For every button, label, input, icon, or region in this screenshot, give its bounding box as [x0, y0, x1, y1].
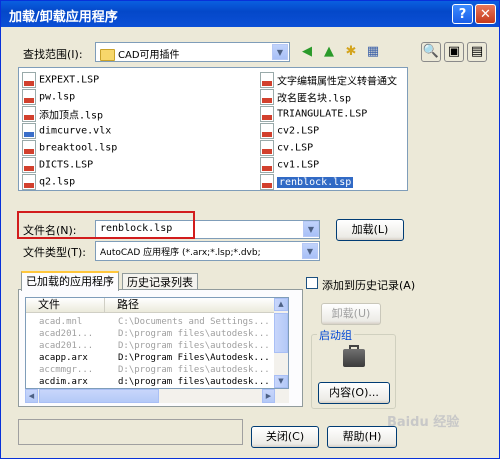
- table-row[interactable]: acad201... D:\program files\autodesk...: [26, 340, 276, 352]
- table-row[interactable]: accmmgr... D:\program files\autodesk...: [26, 364, 276, 376]
- find-icon[interactable]: 🔍: [421, 42, 441, 62]
- lookin-value: CAD可用插件: [118, 50, 180, 61]
- file-item[interactable]: q2.lsp: [22, 174, 75, 191]
- lookin-label: 查找范围(I):: [23, 48, 83, 61]
- file-item-selected[interactable]: renblock.lsp: [260, 174, 354, 191]
- startup-group-label: 启动组: [317, 327, 354, 343]
- lsp-file-icon: [22, 72, 36, 88]
- lsp-file-icon: [260, 123, 274, 139]
- table-row[interactable]: acapp.arx D:\Program Files\Autodesk...: [26, 352, 276, 364]
- unload-button[interactable]: 卸载(U): [321, 303, 381, 325]
- filetype-value: AutoCAD 应用程序 (*.arx;*.lsp;*.dvb;: [100, 248, 261, 258]
- briefcase-icon: [343, 345, 365, 367]
- filetype-label: 文件类型(T):: [23, 246, 87, 259]
- lsp-file-icon: [22, 157, 36, 173]
- up-folder-icon[interactable]: ▲: [319, 42, 339, 62]
- lsp-file-icon: [260, 89, 274, 105]
- hscroll-thumb[interactable]: [39, 389, 159, 403]
- lsp-file-icon: [260, 140, 274, 156]
- window-title: 加载/卸载应用程序: [9, 10, 118, 25]
- views-menu-icon[interactable]: ▦: [363, 42, 383, 62]
- file-item[interactable]: breaktool.lsp: [22, 140, 117, 157]
- scroll-thumb[interactable]: [274, 313, 288, 353]
- highlight-box: [17, 211, 195, 239]
- file-item[interactable]: dimcurve.vlx: [22, 123, 111, 140]
- scroll-up-icon[interactable]: ▲: [274, 298, 288, 311]
- tab-loaded-apps[interactable]: 已加载的应用程序: [21, 271, 119, 291]
- title-help-button[interactable]: ?: [452, 4, 473, 24]
- load-button[interactable]: 加载(L): [336, 219, 404, 241]
- title-bar[interactable]: 加载/卸载应用程序 ? ✕: [1, 1, 499, 27]
- lsp-file-icon: [260, 106, 274, 122]
- file-item[interactable]: TRIANGULATE.LSP: [260, 106, 367, 123]
- lsp-file-icon: [260, 72, 274, 88]
- file-item[interactable]: 添加顶点.lsp: [22, 106, 103, 123]
- tools-icon[interactable]: ▣: [444, 42, 464, 62]
- lsp-file-icon: [260, 157, 274, 173]
- file-item[interactable]: cv2.LSP: [260, 123, 319, 140]
- vertical-scrollbar[interactable]: ▲ ▼: [274, 298, 288, 388]
- lookin-combo[interactable]: CAD可用插件 ▼: [95, 42, 290, 62]
- contents-button[interactable]: 内容(O)...: [318, 382, 390, 404]
- chevron-down-icon[interactable]: ▼: [303, 221, 319, 237]
- file-item[interactable]: cv.LSP: [260, 140, 313, 157]
- back-icon[interactable]: ◀: [297, 42, 317, 62]
- loaded-apps-list[interactable]: 文件 路径 acad.mnl C:\Documents and Settings.…: [25, 297, 289, 389]
- file-item[interactable]: cv1.LSP: [260, 157, 319, 174]
- close-button[interactable]: 关闭(C): [251, 426, 319, 448]
- search-web-icon[interactable]: ▤: [467, 42, 487, 62]
- load-unload-dialog: 加载/卸载应用程序 ? ✕ 查找范围(I): CAD可用插件 ▼ ◀ ▲ ✱ ▦…: [0, 0, 500, 459]
- file-item[interactable]: DICTS.LSP: [22, 157, 93, 174]
- add-history-label: 添加到历史记录(A): [322, 279, 416, 292]
- new-folder-icon[interactable]: ✱: [341, 42, 361, 62]
- file-list[interactable]: EXPEXT.LSP pw.lsp 添加顶点.lsp dimcurve.vlx …: [18, 67, 408, 191]
- scroll-left-icon[interactable]: ◀: [25, 389, 38, 403]
- vlx-file-icon: [22, 123, 36, 139]
- filetype-combo[interactable]: AutoCAD 应用程序 (*.arx;*.lsp;*.dvb; ▼: [95, 241, 320, 261]
- chevron-down-icon[interactable]: ▼: [272, 44, 288, 60]
- column-header-path[interactable]: 路径: [105, 298, 276, 313]
- add-history-checkbox[interactable]: [306, 277, 318, 289]
- title-close-button[interactable]: ✕: [475, 4, 496, 24]
- folder-icon: [100, 49, 115, 61]
- horizontal-scrollbar[interactable]: ◀ ▶: [25, 389, 289, 403]
- lsp-file-icon: [22, 140, 36, 156]
- lsp-file-icon: [260, 174, 274, 190]
- scroll-right-icon[interactable]: ▶: [262, 389, 275, 403]
- lsp-file-icon: [22, 174, 36, 190]
- file-item[interactable]: pw.lsp: [22, 89, 75, 106]
- scroll-down-icon[interactable]: ▼: [274, 375, 288, 388]
- status-field: [18, 419, 243, 445]
- column-header-file[interactable]: 文件: [26, 298, 105, 313]
- table-row[interactable]: acdim.arx d:\program files\autodesk...: [26, 376, 276, 388]
- file-item[interactable]: EXPEXT.LSP: [22, 72, 99, 89]
- file-item[interactable]: 文字编辑属性定义转普通文: [260, 72, 397, 89]
- lsp-file-icon: [22, 89, 36, 105]
- file-item[interactable]: 改名匿名块.lsp: [260, 89, 351, 106]
- chevron-down-icon[interactable]: ▼: [302, 243, 318, 259]
- table-row[interactable]: acad201... D:\program files\autodesk...: [26, 328, 276, 340]
- table-row[interactable]: acad.mnl C:\Documents and Settings...: [26, 316, 276, 328]
- watermark: Baidu 经验: [387, 415, 460, 430]
- lsp-file-icon: [22, 106, 36, 122]
